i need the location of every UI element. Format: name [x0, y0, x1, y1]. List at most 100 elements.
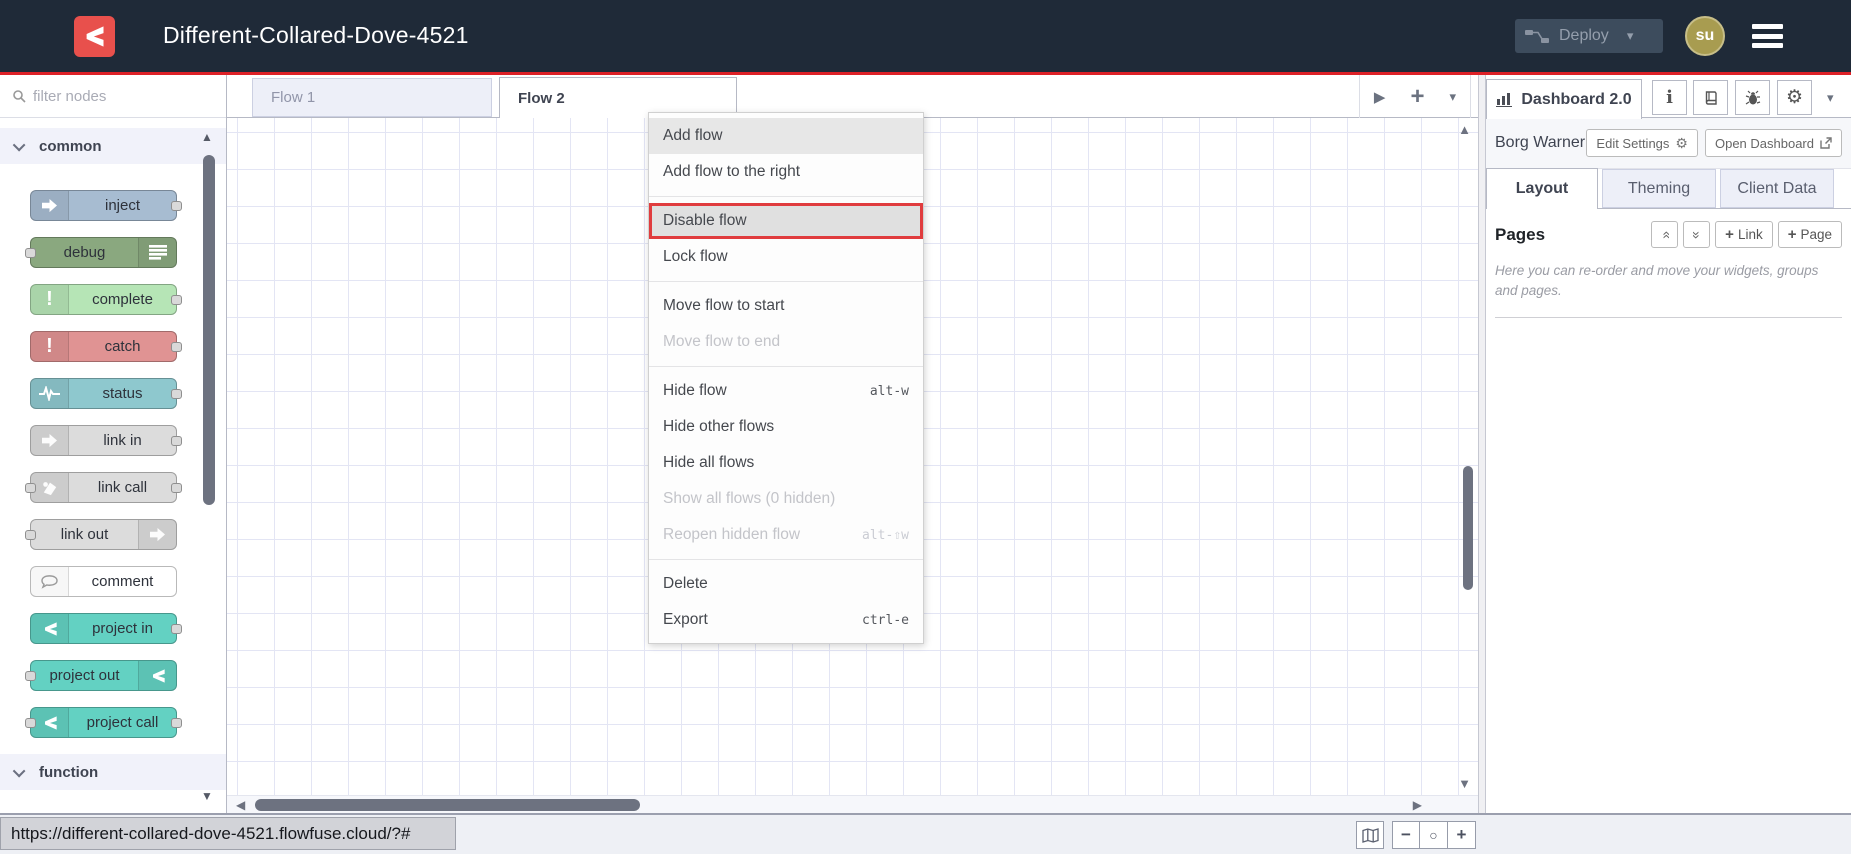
palette-node-status[interactable]: status [30, 378, 182, 409]
zoom-in-button[interactable]: + [1448, 821, 1476, 849]
palette-node-debug[interactable]: debug [25, 237, 177, 268]
project-icon [138, 661, 176, 690]
tab-client-data[interactable]: Client Data [1720, 169, 1834, 208]
output-port[interactable] [171, 482, 182, 493]
project-icon [31, 708, 69, 737]
output-port[interactable] [171, 435, 182, 446]
help-button[interactable] [1693, 80, 1728, 115]
palette-node-inject[interactable]: inject [30, 190, 182, 221]
output-port[interactable] [171, 717, 182, 728]
pages-panel: Pages » » + Link + Page Here you can re-or… [1486, 209, 1851, 813]
navigator-button[interactable] [1356, 821, 1384, 849]
pulse-icon [31, 379, 69, 408]
flow-context-menu: Add flow Add flow to the right Disable f… [648, 112, 924, 644]
canvas-scroll-up-icon[interactable]: ▲ [1458, 122, 1471, 137]
palette-node-project-call[interactable]: project call [25, 707, 182, 738]
chevron-double-down-icon: » [1688, 230, 1705, 239]
menu-item-delete[interactable]: Delete [649, 566, 923, 602]
debug-button[interactable] [1735, 80, 1770, 115]
main-menu-icon[interactable] [1752, 24, 1783, 48]
palette-scroll-up-icon[interactable]: ▲ [201, 130, 213, 144]
menu-item-lock-flow[interactable]: Lock flow [649, 239, 923, 275]
flowfuse-logo-icon [74, 16, 115, 57]
input-port[interactable] [25, 670, 36, 681]
tab-theming[interactable]: Theming [1602, 169, 1716, 208]
palette-category-common[interactable]: common [0, 128, 226, 164]
canvas-scroll-left-icon[interactable]: ◀ [236, 798, 245, 812]
user-avatar[interactable]: su [1685, 16, 1725, 56]
canvas-vscrollbar-thumb[interactable] [1463, 466, 1473, 590]
input-port[interactable] [25, 717, 36, 728]
palette-node-link-in[interactable]: link in [30, 425, 182, 456]
menu-item-move-flow-start[interactable]: Move flow to start [649, 288, 923, 324]
output-port[interactable] [171, 200, 182, 211]
palette-node-link-call[interactable]: link call [25, 472, 182, 503]
deploy-label: Deploy [1559, 27, 1609, 44]
menu-item-export[interactable]: Export ctrl-e [649, 602, 923, 638]
bug-icon [1745, 90, 1760, 104]
project-icon [31, 614, 69, 643]
flow-list-caret-icon[interactable]: ▾ [1449, 89, 1456, 105]
next-tab-icon[interactable]: ▶ [1374, 88, 1386, 106]
palette-node-complete[interactable]: ! complete [30, 284, 182, 315]
header-bar: Different-Collared-Dove-4521 Deploy ▾ su [0, 0, 1851, 72]
edit-settings-button[interactable]: Edit Settings ⚙ [1586, 129, 1698, 157]
zoom-out-button[interactable]: − [1392, 821, 1420, 849]
menu-separator [649, 281, 923, 282]
menu-item-add-flow-right[interactable]: Add flow to the right [649, 154, 923, 190]
output-port[interactable] [171, 623, 182, 634]
palette-node-comment[interactable]: comment [30, 566, 177, 597]
collapse-all-button[interactable]: » [1651, 221, 1679, 248]
minus-icon: − [1401, 825, 1411, 844]
pages-title: Pages [1495, 224, 1546, 244]
menu-item-hide-all-flows[interactable]: Hide all flows [649, 445, 923, 481]
menu-item-add-flow[interactable]: Add flow [649, 118, 923, 154]
palette-node-project-in[interactable]: project in [30, 613, 182, 644]
canvas-scroll-right-icon[interactable]: ▶ [1413, 798, 1422, 812]
sidebar-splitter[interactable] [1478, 75, 1486, 813]
link-arrow-icon [138, 520, 176, 549]
add-link-button[interactable]: + Link [1715, 221, 1773, 248]
output-port[interactable] [171, 294, 182, 305]
link-call-icon [31, 473, 69, 502]
tab-flow-1[interactable]: Flow 1 [252, 78, 492, 117]
tab-layout[interactable]: Layout [1486, 168, 1598, 209]
menu-item-hide-other-flows[interactable]: Hide other flows [649, 409, 923, 445]
expand-all-button[interactable]: » [1683, 221, 1711, 248]
zoom-reset-button[interactable]: ○ [1420, 821, 1448, 849]
info-button[interactable]: i [1652, 80, 1687, 115]
input-port[interactable] [25, 482, 36, 493]
add-flow-icon[interactable]: + [1410, 84, 1424, 109]
palette-node-link-out[interactable]: link out [25, 519, 177, 550]
palette-filter-input[interactable] [33, 87, 183, 105]
deploy-caret-icon[interactable]: ▾ [1627, 28, 1634, 44]
palette-node-catch[interactable]: ! catch [30, 331, 182, 362]
palette-node-list: inject debug ! complete ! catch status l… [0, 164, 226, 738]
divider [1495, 316, 1842, 318]
menu-item-disable-flow[interactable]: Disable flow [649, 203, 923, 239]
pages-help-text: Here you can re-order and move your widg… [1495, 263, 1819, 299]
add-page-button[interactable]: + Page [1777, 221, 1842, 248]
input-port[interactable] [25, 529, 36, 540]
deploy-icon [1525, 29, 1549, 43]
settings-button[interactable]: ⚙ [1777, 80, 1812, 115]
output-port[interactable] [171, 388, 182, 399]
external-link-icon [1820, 137, 1832, 149]
tab-dashboard-2[interactable]: Dashboard 2.0 [1486, 79, 1642, 119]
palette-category-function[interactable]: function [0, 754, 226, 790]
gear-icon: ⚙ [1785, 87, 1804, 108]
palette-scrollbar-thumb[interactable] [203, 155, 215, 505]
canvas-scroll-down-icon[interactable]: ▼ [1458, 776, 1471, 791]
tabbar-toolbar: ▶ + ▾ [1358, 75, 1471, 118]
debug-list-icon [138, 238, 176, 267]
palette-node-project-out[interactable]: project out [25, 660, 177, 691]
sidebar-menu-caret-icon[interactable]: ▾ [1827, 90, 1834, 106]
canvas-hscrollbar-thumb[interactable] [255, 799, 640, 811]
palette-scroll-down-icon[interactable]: ▼ [201, 789, 213, 803]
output-port[interactable] [171, 341, 182, 352]
input-port[interactable] [25, 247, 36, 258]
open-dashboard-button[interactable]: Open Dashboard [1704, 129, 1842, 157]
menu-item-hide-flow[interactable]: Hide flow alt-w [649, 373, 923, 409]
deploy-button[interactable]: Deploy ▾ [1515, 19, 1663, 53]
gear-icon: ⚙ [1675, 134, 1688, 151]
